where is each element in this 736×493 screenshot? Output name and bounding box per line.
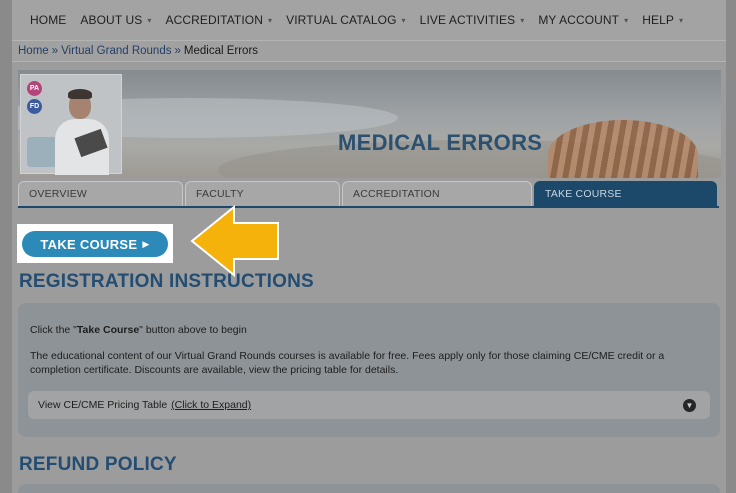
breadcrumb-current: Medical Errors (183, 45, 259, 57)
window-frame-right (726, 0, 736, 493)
take-course-emphasis: Take Course (76, 324, 140, 336)
registration-heading: REGISTRATION INSTRUCTIONS (19, 271, 314, 292)
badge-icon: FD (27, 99, 42, 114)
registration-line-1: Click the "Take Course" button above to … (30, 324, 247, 336)
chevron-down-icon: ▾ (401, 15, 406, 25)
top-navigation: HOME ABOUT US ▾ ACCREDITATION ▾ VIRTUAL CA… (12, 0, 726, 40)
registration-panel: Click the "Take Course" button above to … (18, 303, 720, 437)
chevron-down-icon: ▾ (268, 15, 273, 25)
nav-virtual-catalog-label: VIRTUAL CATALOG (286, 13, 397, 27)
nav-about-us-label: ABOUT US (80, 13, 143, 27)
pointer-arrow-icon (190, 205, 279, 277)
nav-about-us[interactable]: ABOUT US ▾ (80, 13, 151, 27)
page-title: MEDICAL ERRORS (338, 130, 543, 155)
chevron-down-icon[interactable]: ▼ (683, 399, 696, 412)
nav-my-account[interactable]: MY ACCOUNT ▾ (538, 13, 628, 27)
take-course-label: TAKE COURSE (40, 236, 138, 252)
seashell-graphic (548, 120, 698, 178)
pricing-table-expander[interactable]: View CE/CME Pricing Table (Click to Expa… (28, 391, 710, 419)
chevron-down-icon: ▾ (624, 15, 629, 25)
play-arrow-icon: ▶ (142, 238, 150, 249)
refund-heading: REFUND POLICY (19, 454, 177, 475)
tab-take-course[interactable]: TAKE COURSE (534, 181, 717, 207)
expand-label: View CE/CME Pricing Table (38, 399, 168, 411)
badge-icon: PA (27, 81, 42, 96)
tab-overview[interactable]: OVERVIEW (18, 181, 183, 207)
registration-line-2: The educational content of our Virtual G… (30, 350, 665, 376)
tab-faculty[interactable]: FACULTY (185, 181, 340, 207)
chevron-down-icon: ▾ (147, 15, 152, 25)
course-tabs: OVERVIEW FACULTY ACCREDITATION TAKE COUR… (18, 181, 719, 207)
take-course-button[interactable]: TAKE COURSE ▶ (22, 231, 168, 257)
tab-underline (18, 206, 719, 208)
doctor-hair (68, 89, 92, 99)
nav-home-label: HOME (30, 13, 67, 27)
expand-link[interactable]: (Click to Expand) (171, 399, 251, 411)
tab-accreditation[interactable]: ACCREDITATION (342, 181, 532, 207)
nav-my-account-label: MY ACCOUNT (538, 13, 620, 27)
nav-live-activities-label: LIVE ACTIVITIES (419, 13, 516, 27)
breadcrumb-separator: » (51, 45, 59, 57)
page: HOME ABOUT US ▾ ACCREDITATION ▾ VIRTUAL CA… (12, 0, 726, 493)
nav-help-label: HELP (642, 13, 674, 27)
refund-panel (18, 484, 720, 493)
breadcrumb-separator: » (174, 45, 181, 57)
nav-live-activities[interactable]: LIVE ACTIVITIES ▾ (420, 13, 525, 27)
chevron-down-icon: ▾ (520, 15, 525, 25)
breadcrumb-section-link[interactable]: Virtual Grand Rounds (61, 45, 171, 57)
breadcrumb: Home » Virtual Grand Rounds » Medical Er… (12, 40, 726, 62)
course-thumbnail: PA FD (20, 74, 122, 175)
window-frame-left (0, 0, 12, 493)
nav-accreditation-label: ACCREDITATION (165, 13, 263, 27)
nav-accreditation[interactable]: ACCREDITATION ▾ (165, 13, 272, 27)
chevron-down-icon: ▾ (679, 15, 684, 25)
breadcrumb-home-link[interactable]: Home (18, 45, 49, 57)
nav-virtual-catalog[interactable]: VIRTUAL CATALOG ▾ (286, 13, 406, 27)
nav-help[interactable]: HELP ▾ (642, 13, 683, 27)
nav-home[interactable]: HOME (30, 13, 66, 27)
course-banner: PA FD MEDICAL ERRORS (18, 70, 721, 178)
